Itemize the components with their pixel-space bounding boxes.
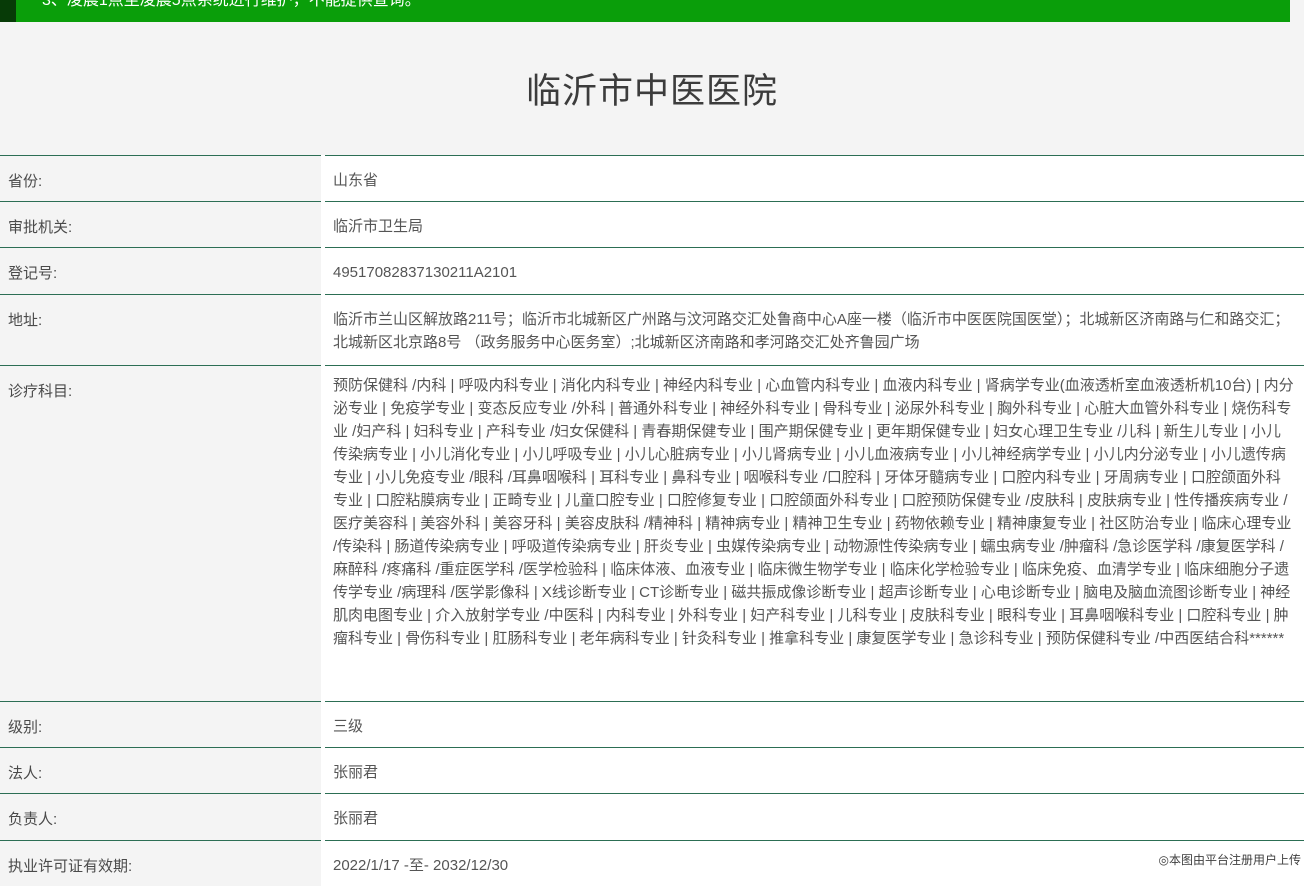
info-table: 省份: 山东省 审批机关: 临沂市卫生局 登记号: 49517082837130… (0, 155, 1304, 886)
table-row-registration-number: 登记号: 49517082837130211A2101 (0, 247, 1304, 294)
row-value: 预防保健科 /内科 | 呼吸内科专业 | 消化内科专业 | 神经内科专业 | 心… (325, 365, 1304, 701)
page-title: 临沂市中医医院 (526, 63, 778, 114)
row-label: 级别: (0, 701, 321, 747)
row-value: 临沂市兰山区解放路211号；临沂市北城新区广州路与汶河路交汇处鲁商中心A座一楼（… (325, 294, 1304, 365)
row-value: 张丽君 (325, 793, 1304, 840)
row-value: 2022/1/17 -至- 2032/12/30 (325, 840, 1304, 886)
table-row-license-validity: 执业许可证有效期: 2022/1/17 -至- 2032/12/30 (0, 840, 1304, 886)
row-label: 省份: (0, 155, 321, 201)
table-row-address: 地址: 临沂市兰山区解放路211号；临沂市北城新区广州路与汶河路交汇处鲁商中心A… (0, 294, 1304, 365)
table-row-person-in-charge: 负责人: 张丽君 (0, 793, 1304, 840)
attribution-note: ◎本图由平台注册用户上传 (1159, 851, 1301, 868)
row-label: 诊疗科目: (0, 365, 321, 701)
notice-banner-area: 3、凌晨1点至凌晨5点系统进行维护，不能提供查询。 (0, 0, 1304, 22)
notice-banner: 3、凌晨1点至凌晨5点系统进行维护，不能提供查询。 (16, 0, 1290, 22)
row-label: 执业许可证有效期: (0, 840, 321, 886)
table-row-province: 省份: 山东省 (0, 155, 1304, 201)
row-label: 法人: (0, 747, 321, 793)
row-value: 山东省 (325, 155, 1304, 201)
table-row-approval-authority: 审批机关: 临沂市卫生局 (0, 201, 1304, 247)
row-label: 地址: (0, 294, 321, 365)
row-value: 张丽君 (325, 747, 1304, 793)
row-label: 审批机关: (0, 201, 321, 247)
banner-left-edge (0, 0, 16, 22)
row-label: 登记号: (0, 247, 321, 294)
row-value: 临沂市卫生局 (325, 201, 1304, 247)
row-value: 三级 (325, 701, 1304, 747)
table-row-legal-person: 法人: 张丽君 (0, 747, 1304, 793)
notice-text: 3、凌晨1点至凌晨5点系统进行维护，不能提供查询。 (42, 0, 421, 11)
title-band: 临沂市中医医院 (0, 22, 1304, 155)
row-label: 负责人: (0, 793, 321, 840)
table-row-medical-subjects: 诊疗科目: 预防保健科 /内科 | 呼吸内科专业 | 消化内科专业 | 神经内科… (0, 365, 1304, 701)
row-value: 49517082837130211A2101 (325, 247, 1304, 294)
table-row-level: 级别: 三级 (0, 701, 1304, 747)
